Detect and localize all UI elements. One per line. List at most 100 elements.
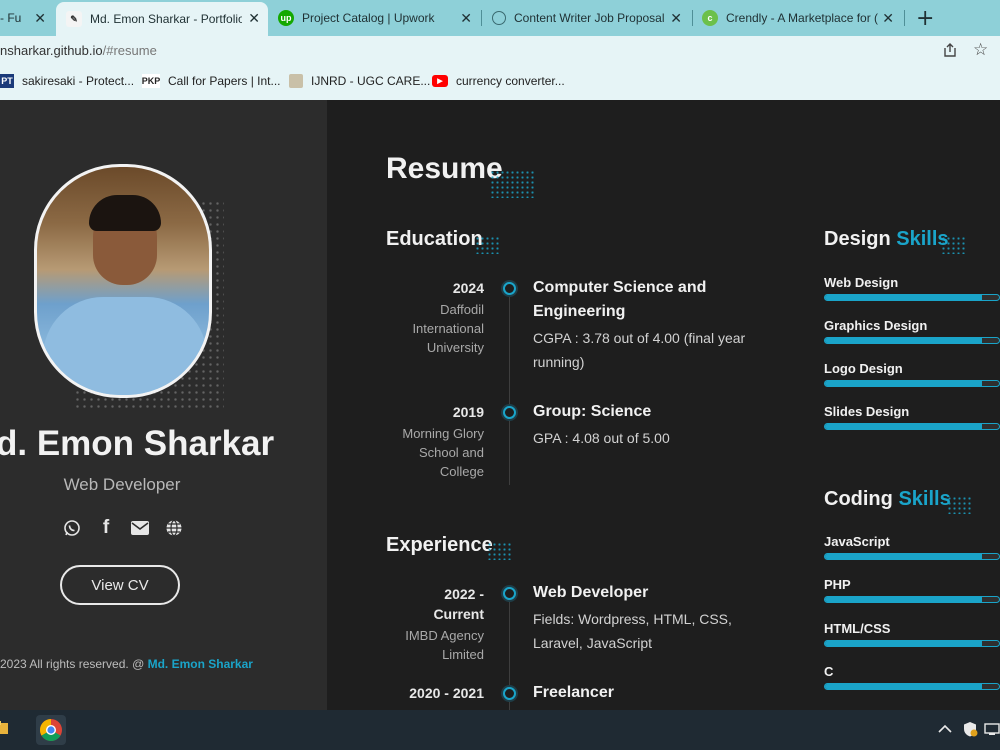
close-icon[interactable]: ✕	[460, 10, 472, 27]
whatsapp-icon[interactable]	[62, 518, 82, 538]
education-heading: Education	[386, 228, 483, 250]
globe-icon[interactable]	[164, 518, 184, 538]
bookmark-sakiresaki[interactable]: PT sakiresaki - Protect...	[0, 74, 134, 88]
skill-bar-fill	[825, 597, 982, 602]
copyright: 2023 All rights reserved. @ Md. Emon Sha…	[0, 657, 253, 671]
upwork-icon: up	[278, 10, 294, 26]
education-desc: GPA : 4.08 out of 5.00	[533, 430, 670, 446]
bookmarks-bar: PT sakiresaki - Protect... PKP Call for …	[0, 66, 1000, 101]
dots-decoration	[490, 170, 536, 198]
experience-heading: Experience	[386, 534, 493, 556]
chevron-up-icon[interactable]	[938, 722, 952, 738]
education-year: 2024	[452, 280, 484, 296]
profile-panel: d. Emon Sharkar Web Developer f View CV …	[0, 100, 327, 710]
experience-title: Freelancer	[533, 684, 614, 701]
file-explorer-icon[interactable]	[0, 718, 18, 742]
profile-role: Web Developer	[63, 475, 181, 494]
heading-word: Design	[824, 228, 891, 250]
skill-bar	[824, 337, 1000, 344]
close-icon[interactable]: ✕	[882, 10, 894, 27]
facebook-icon[interactable]: f	[96, 517, 116, 538]
experience-desc: Fields: Wordpress, HTML, CSS, Laravel, J…	[533, 611, 732, 651]
star-icon[interactable]: ☆	[973, 40, 988, 60]
bookmark-pkp-icon: PKP	[141, 74, 161, 88]
view-cv-button[interactable]: View CV	[60, 565, 180, 605]
education-title: Group: Science	[533, 403, 652, 420]
education-institution: Morning Glory School and College	[402, 426, 484, 479]
dots-decoration	[947, 496, 971, 514]
dots-decoration	[941, 236, 965, 254]
coding-skills-heading: Coding Skills	[824, 488, 951, 511]
skill-name: Graphics Design	[824, 318, 928, 333]
timeline-dot	[503, 687, 516, 700]
tab-fu[interactable]: - Fu ✕	[0, 4, 52, 32]
mail-icon[interactable]	[130, 518, 150, 538]
chrome-icon[interactable]	[36, 715, 66, 745]
skill-name: Logo Design	[824, 361, 903, 376]
skill-name: PHP	[824, 577, 851, 592]
skill-bar	[824, 423, 1000, 430]
skill-name: HTML/CSS	[824, 621, 891, 636]
dots-decoration	[487, 542, 513, 560]
education-institution: Daffodil International University	[412, 302, 484, 355]
security-icon[interactable]	[962, 721, 978, 741]
experience-year: 2020 - 2021	[409, 685, 484, 701]
bookmark-ijnrd-icon	[289, 74, 303, 88]
tab-content-writer[interactable]: Content Writer Job Proposal ✕	[484, 4, 690, 32]
skill-name: Slides Design	[824, 404, 910, 419]
url-field[interactable]: nsharkar.github.io/#resume	[0, 43, 157, 58]
education-title: Computer Science and Engineering	[533, 279, 707, 320]
skill-bar	[824, 553, 1000, 560]
skill-bar	[824, 596, 1000, 603]
url-host: nsharkar.github.io	[0, 43, 103, 58]
tab-title: Md. Emon Sharkar - Portfolio	[90, 12, 242, 26]
network-icon[interactable]	[984, 721, 1000, 741]
social-links: f	[62, 517, 184, 538]
timeline-dot	[503, 282, 516, 295]
heading-word: Coding	[824, 488, 893, 510]
portfolio-favicon: ✎	[66, 11, 82, 27]
tab-separator	[904, 10, 905, 26]
taskbar	[0, 710, 1000, 750]
skill-bar-fill	[825, 641, 982, 646]
heading-accent: Skills	[898, 488, 951, 510]
avatar	[34, 164, 212, 398]
new-tab-button[interactable]: +	[916, 6, 934, 31]
skill-bar	[824, 294, 1000, 301]
education-timeline-line	[509, 280, 510, 485]
bookmark-label: sakiresaki - Protect...	[22, 74, 135, 88]
tab-title: Crendly - A Marketplace for (	[726, 11, 878, 25]
skill-bar	[824, 380, 1000, 387]
resume-section: Resume Education 2024 Daffodil Internati…	[327, 100, 1000, 710]
experience-title: Web Developer	[533, 584, 649, 601]
bookmark-label: Call for Papers | Int...	[168, 74, 281, 88]
skill-name: C	[824, 664, 834, 679]
skill-name: JavaScript	[824, 534, 890, 549]
skill-bar-fill	[825, 424, 982, 429]
close-icon[interactable]: ✕	[34, 10, 46, 27]
tab-title: - Fu	[0, 11, 22, 25]
copyright-name-link[interactable]: Md. Emon Sharkar	[148, 657, 253, 671]
close-icon[interactable]: ✕	[248, 10, 260, 27]
bookmark-label: currency converter...	[456, 74, 565, 88]
share-icon[interactable]	[942, 42, 958, 62]
tab-separator	[481, 10, 482, 26]
close-icon[interactable]: ✕	[670, 10, 682, 27]
copyright-text: 2023 All rights reserved. @	[0, 657, 148, 671]
tab-portfolio[interactable]: ✎ Md. Emon Sharkar - Portfolio ✕	[56, 2, 268, 36]
tab-crendly[interactable]: c Crendly - A Marketplace for ( ✕	[694, 4, 902, 32]
avatar-hair	[89, 195, 161, 231]
skill-name: Web Design	[824, 275, 899, 290]
education-year: 2019	[452, 404, 484, 420]
skill-bar-fill	[825, 295, 982, 300]
bookmark-call-for-papers[interactable]: PKP Call for Papers | Int...	[142, 74, 281, 88]
bookmark-label: IJNRD - UGC CARE...	[311, 74, 431, 88]
bookmark-ijnrd[interactable]: IJNRD - UGC CARE...	[289, 74, 430, 88]
tab-separator	[692, 10, 693, 26]
bookmark-currency[interactable]: ▶ currency converter...	[432, 74, 565, 88]
address-bar: nsharkar.github.io/#resume ☆	[0, 36, 1000, 66]
url-path: /#resume	[102, 43, 157, 58]
tab-upwork[interactable]: up Project Catalog | Upwork ✕	[272, 4, 480, 32]
design-skills-heading: Design Skills	[824, 228, 949, 251]
resume-title: Resume	[386, 152, 503, 185]
